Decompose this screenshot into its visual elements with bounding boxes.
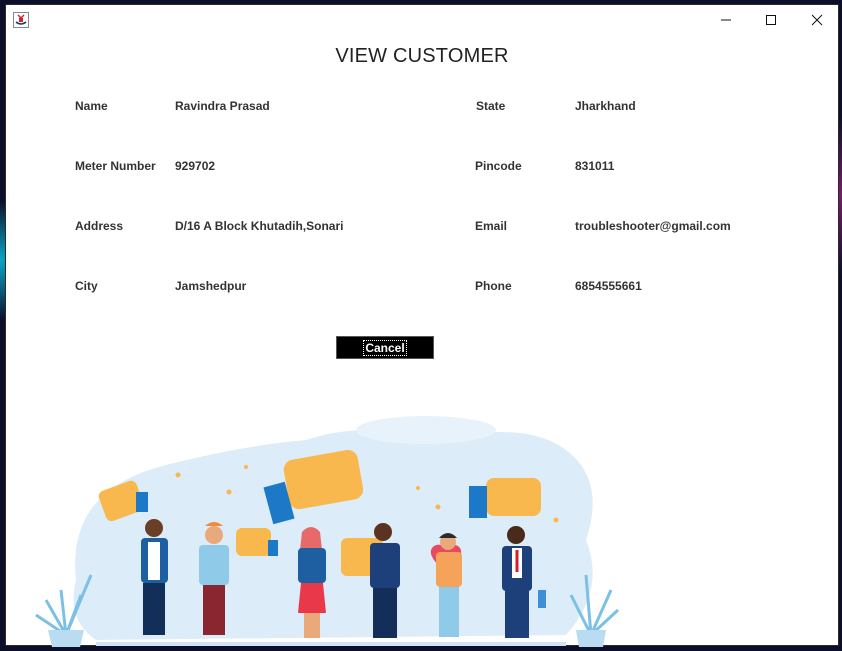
minimize-icon — [721, 19, 731, 21]
page-title: VIEW CUSTOMER — [335, 45, 509, 67]
close-icon — [811, 14, 823, 26]
pincode-value: 831011 — [575, 159, 615, 173]
cancel-button-label: Cancel — [363, 339, 407, 356]
java-app-icon — [13, 12, 29, 28]
address-label: Address — [75, 219, 124, 233]
maximize-button[interactable] — [748, 5, 794, 35]
state-label: State — [476, 99, 506, 113]
address-value: D/16 A Block Khutadih,Sonari — [175, 219, 344, 233]
state-value: Jharkhand — [575, 99, 636, 113]
close-button[interactable] — [794, 5, 840, 35]
meter-number-label: Meter Number — [75, 159, 156, 173]
email-value: troubleshooter@gmail.com — [575, 219, 731, 233]
email-label: Email — [475, 219, 508, 233]
maximize-icon — [766, 15, 776, 25]
minimize-button[interactable] — [703, 5, 749, 35]
cloud-shape — [356, 416, 496, 444]
city-label: City — [75, 279, 98, 293]
meter-number-value: 929702 — [175, 159, 216, 173]
customer-satisfaction-illustration — [35, 416, 620, 647]
name-label: Name — [75, 99, 108, 113]
phone-label: Phone — [475, 279, 512, 293]
name-value: Ravindra Prasad — [175, 99, 270, 113]
title-bar — [6, 5, 838, 35]
cancel-button[interactable]: Cancel — [336, 336, 434, 359]
phone-value: 6854555661 — [575, 279, 642, 293]
view-customer-window: VIEW CUSTOMER Name Ravindra Prasad Meter… — [5, 4, 839, 647]
city-value: Jamshedpur — [175, 279, 247, 293]
pincode-label: Pincode — [475, 159, 522, 173]
